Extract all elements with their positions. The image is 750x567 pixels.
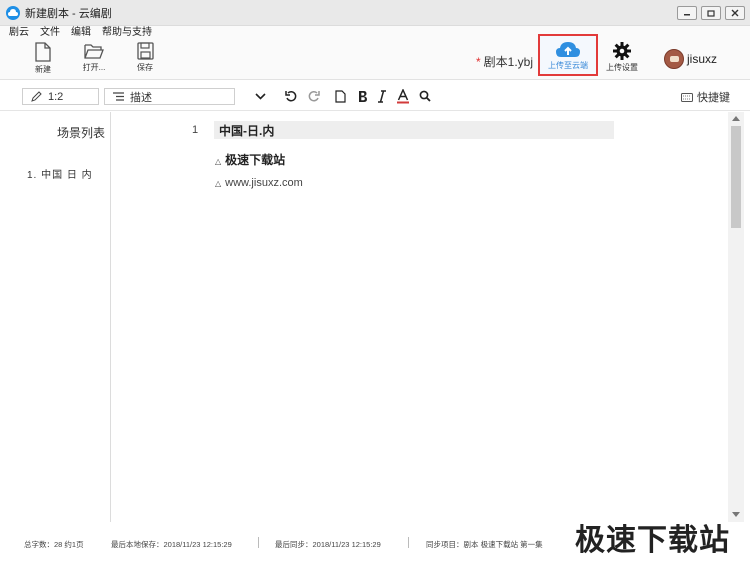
scene-heading[interactable]: 中国-日.内 xyxy=(214,121,614,139)
font-color-icon xyxy=(397,88,409,103)
close-button[interactable] xyxy=(725,6,745,20)
app-logo-icon xyxy=(6,5,20,20)
status-divider xyxy=(258,537,259,548)
save-button[interactable]: 保存 xyxy=(128,42,162,78)
avatar xyxy=(664,49,684,69)
font-color-button[interactable] xyxy=(395,88,411,104)
shortcut-button[interactable]: 快捷键 xyxy=(681,89,730,105)
sync-project: 同步项目：剧本 极速下载站 第一集 xyxy=(426,540,543,549)
watermark: 极速下载站 xyxy=(575,523,730,558)
open-button[interactable]: 打开... xyxy=(77,42,111,78)
position-field[interactable]: 1:2 xyxy=(22,88,99,105)
title-bar: 新建剧本 - 云编剧 xyxy=(0,0,750,26)
element-dropdown-chevron[interactable] xyxy=(252,88,268,104)
new-file-icon xyxy=(35,42,51,62)
upload-settings-button[interactable]: 上传设置 xyxy=(602,42,642,78)
new-button[interactable]: 新建 xyxy=(26,42,60,78)
chevron-down-icon xyxy=(254,92,266,100)
modified-marker: * xyxy=(476,55,481,69)
menu-file[interactable]: 文件 xyxy=(40,26,60,39)
italic-icon xyxy=(378,89,386,103)
action-marker-icon: △ xyxy=(215,157,222,166)
maximize-button[interactable] xyxy=(701,6,721,20)
scene-list-panel: 场景列表 1. 中国 日 内 xyxy=(0,112,111,522)
status-divider xyxy=(408,537,409,548)
menu-help[interactable]: 帮助与支持 xyxy=(102,26,152,39)
action-marker-icon: △ xyxy=(215,179,222,188)
cloud-upload-icon xyxy=(556,42,580,57)
search-icon xyxy=(419,90,431,102)
scroll-thumb[interactable] xyxy=(731,126,741,228)
pencil-icon xyxy=(31,91,42,102)
redo-button[interactable] xyxy=(305,88,321,104)
search-button[interactable] xyxy=(417,88,433,104)
menu-juyun[interactable]: 剧云 xyxy=(9,26,29,39)
script-editor[interactable]: 1 中国-日.内 △ 极速下载站 △ www.jisuxz.com xyxy=(112,112,728,522)
vertical-scrollbar[interactable] xyxy=(728,112,744,522)
action-line[interactable]: △ www.jisuxz.com xyxy=(215,177,303,189)
bold-icon xyxy=(358,90,367,102)
scene-list-item[interactable]: 1. 中国 日 内 xyxy=(27,166,93,181)
undo-icon xyxy=(284,90,296,101)
menu-bar: 剧云 文件 编辑 帮助与支持 xyxy=(0,26,750,39)
undo-button[interactable] xyxy=(283,88,299,104)
list-icon xyxy=(113,92,124,101)
page-icon xyxy=(334,89,346,103)
window-title: 新建剧本 - 云编剧 xyxy=(25,7,112,20)
line-number: 1 xyxy=(192,124,199,136)
folder-open-icon xyxy=(84,44,104,59)
menu-edit[interactable]: 编辑 xyxy=(71,26,91,39)
bold-button[interactable] xyxy=(354,88,370,104)
page-button[interactable] xyxy=(332,88,348,104)
element-type-select[interactable]: 描述 xyxy=(104,88,235,105)
scroll-up-arrow-icon[interactable] xyxy=(732,116,740,121)
gear-icon xyxy=(613,42,631,60)
upload-to-cloud-button[interactable]: 上传至云端 xyxy=(538,34,598,76)
username: jisuxz xyxy=(687,52,718,66)
action-line[interactable]: △ 极速下载站 xyxy=(215,151,285,168)
last-saved: 最后本地保存：2018/11/23 12:15:29 xyxy=(111,540,232,549)
format-bar: 1:2 描述 快捷键 xyxy=(0,81,750,111)
save-disk-icon xyxy=(136,42,154,60)
last-sync: 最后同步：2018/11/23 12:15:29 xyxy=(275,540,381,549)
redo-icon xyxy=(308,90,320,101)
user-account[interactable]: jisuxz xyxy=(664,49,717,69)
scroll-down-arrow-icon[interactable] xyxy=(732,512,740,517)
keyboard-icon xyxy=(681,92,693,102)
scene-list-title: 场景列表 xyxy=(57,126,106,140)
word-count: 总字数：28 约1页 xyxy=(24,540,84,549)
document-name: * 剧本1.ybj xyxy=(476,55,534,69)
italic-button[interactable] xyxy=(374,88,390,104)
minimize-button[interactable] xyxy=(677,6,697,20)
